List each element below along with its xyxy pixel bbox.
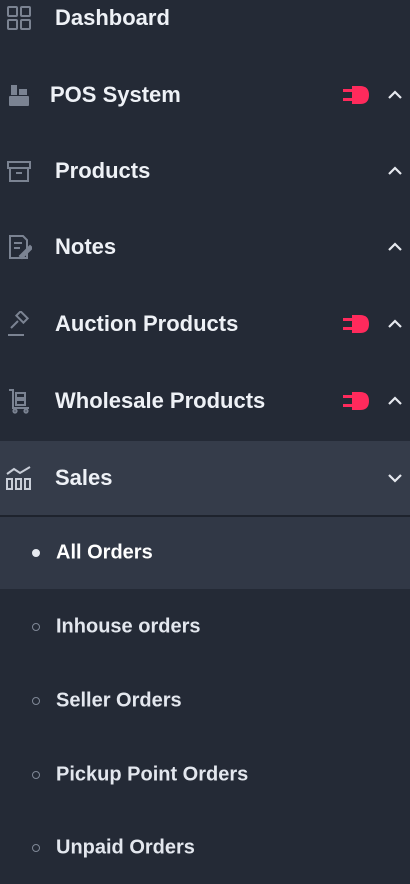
menu-item-label: Dashboard bbox=[55, 5, 170, 30]
submenu-item-label: Pickup Point Orders bbox=[56, 763, 249, 786]
submenu-item-seller-orders[interactable]: Seller Orders bbox=[0, 665, 410, 737]
menu-item-pos-system[interactable]: POS System bbox=[0, 65, 410, 125]
submenu-item-label: Unpaid Orders bbox=[56, 836, 195, 859]
grid-icon bbox=[4, 3, 34, 33]
chevron-down-icon[interactable] bbox=[384, 467, 406, 489]
addon-plug-icon bbox=[343, 313, 371, 335]
bullet-circle-icon bbox=[32, 844, 40, 852]
menu-item-label: Notes bbox=[55, 234, 117, 259]
menu-item-label: Wholesale Products bbox=[55, 388, 266, 413]
menu-item-auction-products[interactable]: Auction Products bbox=[0, 294, 410, 354]
menu-item-notes[interactable]: Notes bbox=[0, 217, 410, 277]
addon-plug-icon bbox=[343, 84, 371, 106]
menu-item-label: Auction Products bbox=[55, 311, 239, 336]
chevron-up-icon[interactable] bbox=[384, 390, 406, 412]
submenu-item-label: Seller Orders bbox=[56, 689, 182, 712]
chevron-up-icon[interactable] bbox=[384, 160, 406, 182]
menu-item-label: Sales bbox=[55, 465, 113, 490]
chevron-up-icon[interactable] bbox=[384, 313, 406, 335]
submenu-item-inhouse-orders[interactable]: Inhouse orders bbox=[0, 591, 410, 663]
submenu-item-all-orders[interactable]: All Orders bbox=[0, 517, 410, 589]
bullet-circle-icon bbox=[32, 771, 40, 779]
chevron-up-icon[interactable] bbox=[384, 84, 406, 106]
gavel-icon bbox=[4, 309, 34, 339]
submenu-item-label: All Orders bbox=[56, 541, 153, 564]
cart-stack-icon bbox=[4, 386, 34, 416]
submenu-item-pickup-point-orders[interactable]: Pickup Point Orders bbox=[0, 739, 410, 811]
menu-item-label: POS System bbox=[50, 82, 181, 107]
note-edit-icon bbox=[4, 232, 34, 262]
chevron-up-icon[interactable] bbox=[384, 236, 406, 258]
bullet-dot-icon bbox=[32, 549, 40, 557]
menu-item-sales[interactable]: Sales bbox=[0, 441, 410, 517]
cash-register-icon bbox=[4, 80, 34, 110]
menu-item-dashboard[interactable]: Dashboard bbox=[0, 0, 410, 48]
archive-box-icon bbox=[4, 156, 34, 186]
addon-plug-icon bbox=[343, 390, 371, 412]
bullet-circle-icon bbox=[32, 697, 40, 705]
menu-item-wholesale-products[interactable]: Wholesale Products bbox=[0, 371, 410, 431]
submenu-item-label: Inhouse orders bbox=[56, 615, 201, 638]
sales-chart-icon bbox=[4, 463, 34, 493]
bullet-circle-icon bbox=[32, 623, 40, 631]
submenu-item-unpaid-orders[interactable]: Unpaid Orders bbox=[0, 812, 410, 884]
menu-item-label: Products bbox=[55, 158, 151, 183]
sidebar-menu: Dashboard POS System Products Notes Auct… bbox=[0, 0, 410, 864]
menu-item-products[interactable]: Products bbox=[0, 141, 410, 201]
